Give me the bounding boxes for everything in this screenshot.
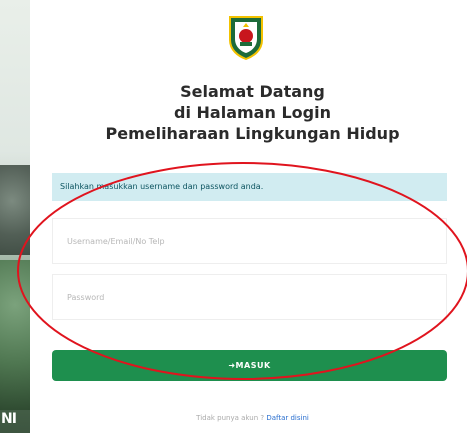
login-button-label: MASUK bbox=[235, 361, 271, 370]
login-icon: ➜ bbox=[228, 361, 236, 370]
username-field-wrapper bbox=[52, 218, 447, 264]
page-title-line2: di Halaman Login bbox=[174, 103, 331, 122]
password-field-wrapper bbox=[52, 274, 447, 320]
login-instruction-alert: Silahkan masukkan username dan password … bbox=[52, 173, 447, 201]
photo-foliage-green bbox=[0, 260, 30, 410]
page-title-line1: Selamat Datang bbox=[180, 82, 325, 101]
signup-prompt: Tidak punya akun ? Daftar disini bbox=[40, 414, 465, 422]
side-photo: NI bbox=[0, 0, 30, 433]
photo-foliage-dark bbox=[0, 165, 30, 255]
photo-caption: NI bbox=[1, 411, 17, 427]
username-input[interactable] bbox=[53, 219, 446, 263]
regional-emblem-icon bbox=[229, 16, 263, 60]
page-title-line3: Pemeliharaan Lingkungan Hidup bbox=[105, 124, 400, 143]
login-button[interactable]: ➜MASUK bbox=[52, 350, 447, 381]
signup-text: Tidak punya akun ? bbox=[196, 414, 265, 422]
signup-link[interactable]: Daftar disini bbox=[266, 414, 309, 422]
password-input[interactable] bbox=[53, 275, 446, 319]
login-page: NI Selamat Datang di Halaman Login Pemel… bbox=[0, 0, 467, 433]
